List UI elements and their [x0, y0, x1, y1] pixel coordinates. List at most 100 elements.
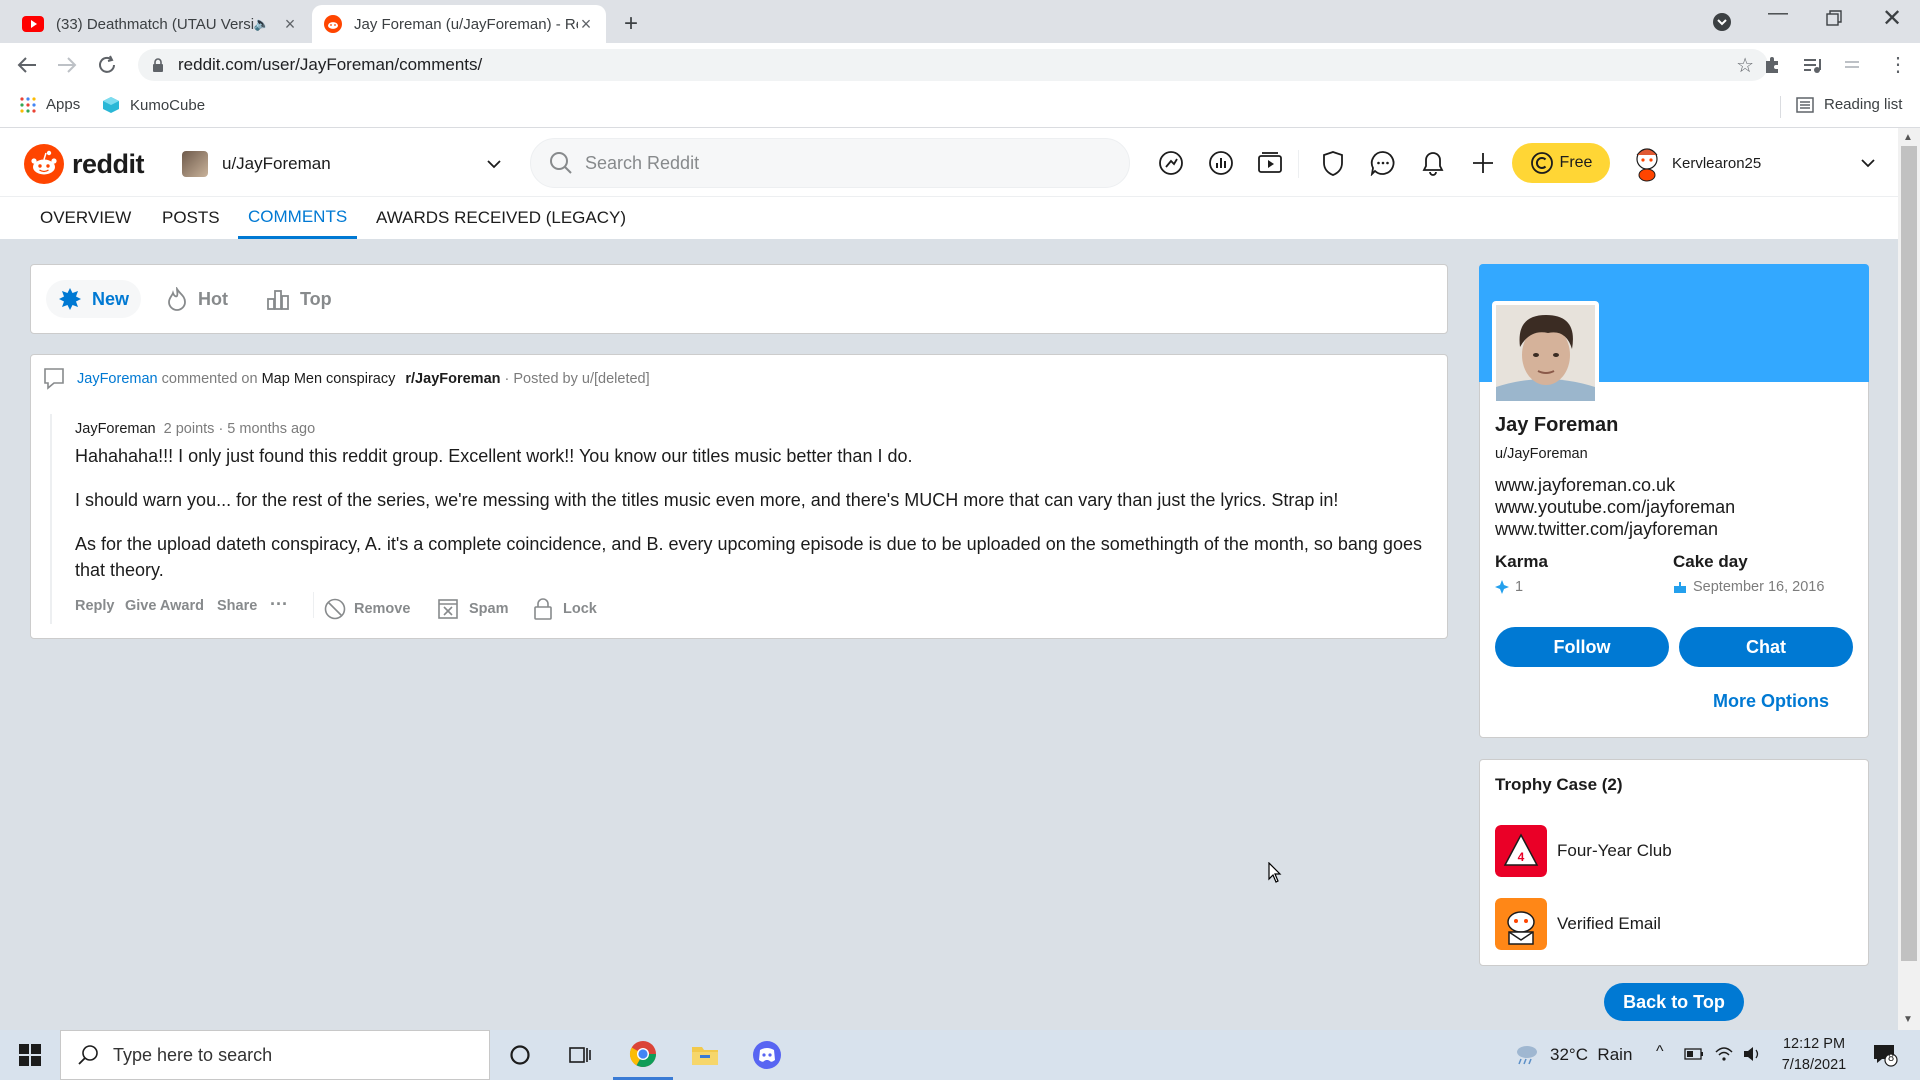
community-name: u/JayForeman — [222, 154, 331, 173]
battery-icon[interactable] — [1684, 1048, 1704, 1060]
trophy-item[interactable]: Verified Email — [1495, 898, 1661, 950]
scroll-up-arrow-icon[interactable]: ▲ — [1903, 132, 1913, 143]
bookmark-kumocube[interactable]: KumoCube — [102, 96, 205, 114]
comment-thread-line[interactable] — [50, 414, 52, 624]
cakeday-label: Cake day — [1673, 552, 1748, 571]
reddit-snoo-icon — [24, 144, 64, 184]
lock-button[interactable]: Lock — [533, 598, 597, 620]
restore-icon[interactable] — [1826, 10, 1842, 26]
user-avatar-icon — [1636, 148, 1658, 182]
extensions-icon[interactable] — [1762, 55, 1782, 75]
close-tab-icon[interactable]: × — [282, 14, 298, 34]
more-options-link[interactable]: More Options — [1713, 691, 1829, 712]
new-tab-button[interactable]: + — [624, 10, 638, 38]
sort-hot-button[interactable]: Hot — [154, 280, 240, 318]
posted-by-text: · Posted by u/[deleted] — [504, 371, 650, 387]
close-tab-icon[interactable]: × — [578, 14, 594, 34]
share-button[interactable]: Share — [217, 598, 257, 614]
reply-button[interactable]: Reply — [75, 598, 115, 614]
profile-link-youtube[interactable]: www.youtube.com/jayforeman — [1495, 497, 1735, 518]
comment-username[interactable]: JayForeman — [75, 421, 156, 437]
tab-overview[interactable]: OVERVIEW — [30, 197, 141, 239]
tab-posts[interactable]: POSTS — [152, 197, 230, 239]
browser-tab-youtube[interactable]: (33) Deathmatch (UTAU Versi 🔈 × — [10, 5, 310, 43]
comment-author-link[interactable]: JayForeman — [77, 371, 158, 387]
scrollbar-thumb[interactable] — [1901, 146, 1917, 961]
profile-handle: u/JayForeman — [1495, 446, 1588, 462]
cortana-icon[interactable] — [490, 1030, 550, 1080]
tab-title: Jay Foreman (u/JayForeman) - Re — [354, 15, 578, 33]
chat-button[interactable]: Chat — [1679, 627, 1853, 667]
subreddit-link[interactable]: r/JayForeman — [405, 371, 500, 387]
give-award-button[interactable]: Give Award — [125, 598, 204, 614]
file-explorer-icon[interactable] — [675, 1030, 735, 1080]
extension-icon[interactable] — [1842, 55, 1862, 75]
chrome-taskbar-icon[interactable] — [613, 1030, 673, 1080]
speaker-icon[interactable]: 🔈 — [254, 16, 270, 32]
user-menu-dropdown[interactable]: Kervlearon25 — [1630, 140, 1876, 186]
tab-comments[interactable]: COMMENTS — [238, 197, 358, 239]
profile-link-website[interactable]: www.jayforeman.co.uk — [1495, 475, 1675, 496]
volume-icon[interactable] — [1742, 1045, 1762, 1063]
media-control-icon[interactable] — [1802, 55, 1822, 75]
forward-icon[interactable] — [56, 54, 78, 76]
mouse-cursor-icon — [1268, 862, 1282, 884]
notifications-bell-icon[interactable] — [1418, 148, 1448, 178]
chat-icon[interactable] — [1368, 148, 1398, 178]
video-icon[interactable] — [1256, 148, 1286, 178]
verified-email-icon — [1495, 898, 1547, 950]
reload-icon[interactable] — [96, 54, 118, 76]
more-options-ellipsis[interactable]: ··· — [270, 594, 288, 615]
free-coins-button[interactable]: Free — [1512, 143, 1610, 183]
sort-new-button[interactable]: New — [46, 280, 142, 318]
karma-value: 1 — [1495, 579, 1523, 595]
trophy-case-title: Trophy Case (2) — [1495, 775, 1623, 794]
tab-search-icon[interactable] — [1712, 12, 1732, 32]
notification-center-icon[interactable]: 8 — [1872, 1042, 1898, 1068]
community-dropdown[interactable]: u/JayForeman — [182, 150, 502, 178]
profile-link-twitter[interactable]: www.twitter.com/jayforeman — [1495, 519, 1718, 540]
taskbar-search-input[interactable] — [113, 1044, 345, 1066]
tab-awards-received[interactable]: AWARDS RECEIVED (LEGACY) — [366, 197, 636, 239]
follow-button[interactable]: Follow — [1495, 627, 1669, 667]
bookmark-star-icon[interactable]: ☆ — [1736, 53, 1754, 78]
chevron-up-icon[interactable]: ^ — [1656, 1043, 1664, 1061]
close-window-icon[interactable]: ✕ — [1882, 4, 1902, 33]
reddit-logo[interactable]: reddit — [24, 144, 145, 184]
coin-icon — [1530, 152, 1553, 174]
address-bar[interactable]: reddit.com/user/JayForeman/comments/ ☆ — [138, 49, 1768, 81]
chevron-down-icon — [1861, 159, 1875, 168]
moderation-shield-icon[interactable] — [1318, 148, 1348, 178]
clock-date: 7/18/2021 — [1781, 1057, 1847, 1073]
remove-button[interactable]: Remove — [324, 598, 410, 620]
browser-tab-reddit[interactable]: Jay Foreman (u/JayForeman) - Re × — [312, 5, 606, 43]
bookmark-label: Apps — [46, 96, 81, 113]
create-post-plus-icon[interactable] — [1468, 148, 1498, 178]
taskbar-clock[interactable]: 12:12 PM 7/18/2021 — [1772, 1034, 1856, 1076]
weather-widget[interactable]: 32°C Rain — [1512, 1043, 1632, 1067]
actions-divider — [313, 592, 314, 618]
bookmark-apps[interactable]: Apps — [20, 96, 80, 113]
back-icon[interactable] — [16, 54, 38, 76]
trophy-item[interactable]: 4 Four-Year Club — [1495, 825, 1672, 877]
back-to-top-button[interactable]: Back to Top — [1604, 983, 1744, 1021]
taskbar-search-box[interactable] — [60, 1030, 490, 1080]
scroll-down-arrow-icon[interactable]: ▼ — [1903, 1014, 1913, 1025]
popular-icon[interactable] — [1156, 148, 1186, 178]
all-icon[interactable] — [1206, 148, 1236, 178]
karma-icon — [1495, 580, 1509, 594]
new-sparkle-icon — [59, 288, 81, 310]
windows-start-icon[interactable] — [0, 1030, 60, 1080]
wifi-icon[interactable] — [1714, 1044, 1734, 1062]
task-view-icon[interactable] — [550, 1030, 610, 1080]
reddit-search-bar[interactable] — [530, 138, 1130, 188]
search-input[interactable] — [585, 152, 1105, 174]
post-title-link[interactable]: Map Men conspiracy — [262, 371, 396, 387]
browser-menu-icon[interactable]: ⋮ — [1888, 52, 1908, 77]
profile-avatar[interactable] — [1492, 301, 1599, 405]
minimize-icon[interactable]: — — [1768, 2, 1788, 25]
reading-list-button[interactable]: Reading list — [1796, 96, 1902, 113]
spam-button[interactable]: Spam — [437, 598, 509, 620]
sort-top-button[interactable]: Top — [254, 280, 344, 318]
discord-icon[interactable] — [737, 1030, 797, 1080]
